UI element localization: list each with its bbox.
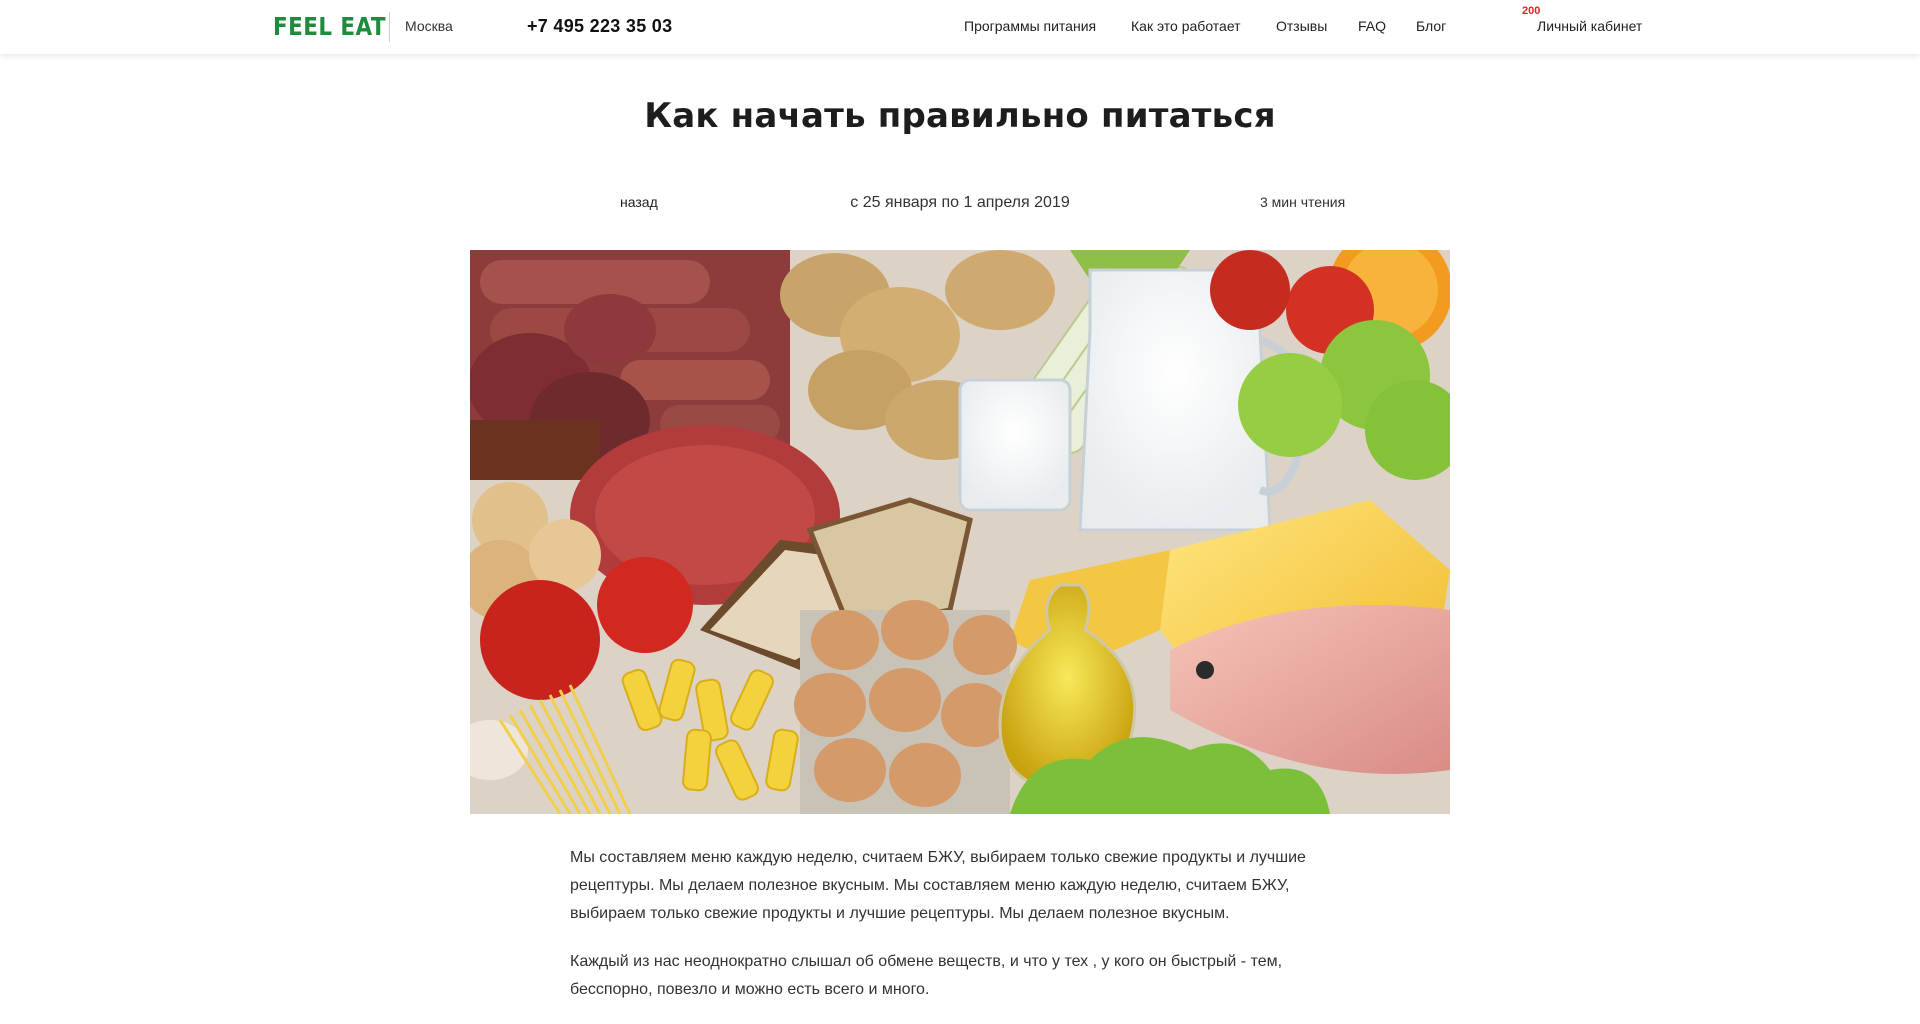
- nav-blog[interactable]: Блог: [1416, 18, 1446, 34]
- article-date: с 25 января по 1 апреля 2019: [850, 194, 1070, 211]
- nav-faq[interactable]: FAQ: [1358, 18, 1386, 34]
- article-paragraph: Каждый из нас неоднократно слышал об обм…: [570, 953, 1283, 998]
- city-selector[interactable]: Москва: [405, 18, 453, 34]
- article-title: Как начать правильно питаться: [644, 96, 1276, 136]
- nav-reviews[interactable]: Отзывы: [1276, 18, 1327, 34]
- article-paragraph: Мы составляем меню каждую неделю, считае…: [570, 849, 1306, 922]
- phone-number[interactable]: +7 495 223 35 03: [527, 16, 672, 37]
- food-products-image: [470, 250, 1450, 814]
- nav-how-it-works[interactable]: Как это работает: [1131, 18, 1241, 34]
- nav-programs[interactable]: Программы питания: [964, 18, 1096, 34]
- site-header: FEEL EAT Москва +7 495 223 35 03 Програм…: [0, 0, 1920, 54]
- personal-cabinet-link[interactable]: Личный кабинет: [1537, 18, 1642, 34]
- header-divider: [389, 12, 390, 42]
- logo[interactable]: FEEL EAT: [273, 12, 386, 42]
- cabinet-badge: 200: [1522, 5, 1541, 17]
- read-time: 3 мин чтения: [1260, 194, 1346, 210]
- hero-image: [470, 250, 1450, 814]
